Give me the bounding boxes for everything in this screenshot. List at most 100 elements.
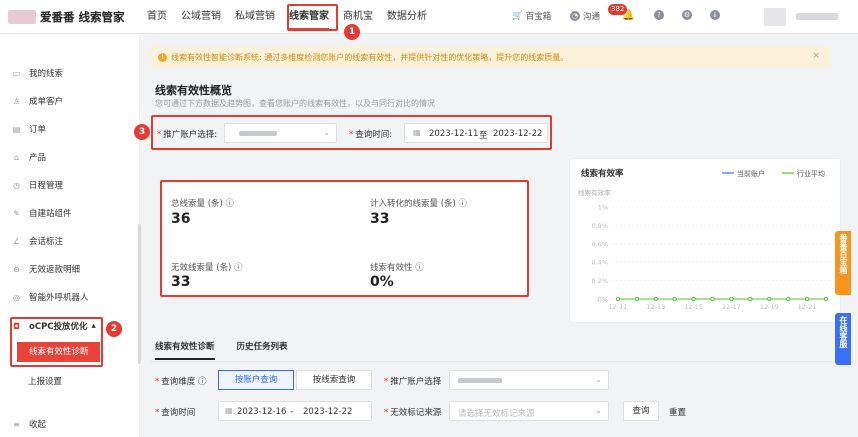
sidebar-item-site-widgets[interactable]: ✎ 自建站组件	[0, 203, 140, 223]
help-button[interactable]: ?	[654, 10, 664, 20]
top-bar: 爱番番 线索管家 首页 公域营销 私域营销 线索管家 商机宝 数据分析 1 🛒 …	[0, 0, 858, 40]
sidebar-item-refund-details[interactable]: ⊝ 无效返款明细	[0, 259, 140, 279]
warning-icon: !	[158, 52, 167, 62]
data-point	[691, 296, 696, 301]
logo-mark	[8, 10, 36, 24]
highlight-box-sidebar	[10, 317, 103, 367]
sidebar-item-products[interactable]: ⌂ 产品	[0, 147, 140, 167]
float-tab-label: 番番百宝箱	[839, 234, 848, 274]
toolbox-float-tab[interactable]: 番番百宝箱	[835, 231, 851, 295]
validity-line-chart: 线索有效率线索有效率当前账户 行业平均0%0.2%0.4%0.6%0.8%1%12…	[578, 168, 832, 311]
stats-panel: 总线索量 (条) ⓘ 36 计入转化的线索量 (条) ⓘ 33 无效线索量 (条…	[160, 180, 529, 297]
edit-icon: ✎	[13, 208, 20, 218]
y-tick-label: 1%	[598, 204, 608, 212]
query-time-label: * 查询时间	[155, 408, 196, 418]
clock-icon: ◷	[13, 180, 20, 190]
toolbox-label: 百宝箱	[525, 12, 552, 22]
query-account-select[interactable]: ⌄	[449, 370, 609, 390]
stat-label-total-leads: 总线索量 (条) ⓘ	[171, 199, 235, 209]
sidebar: ▭ 我的线索 ♙ 成单客户 ▤ 订单 ⌂ 产品 ◷ 日程管理 ✎ 自建站组件 ∠ 会话标注 ⊝…	[0, 34, 141, 437]
account-select[interactable]: ⌄	[224, 123, 337, 143]
chat-link[interactable]: ◔ 沟通	[570, 10, 600, 22]
account-value-blurred	[239, 131, 277, 136]
data-point	[710, 296, 715, 301]
sidebar-item-report-settings[interactable]: 上报设置	[0, 371, 140, 391]
page-title: 线索有效性概览	[155, 84, 232, 97]
y-tick-label: 0.6%	[591, 240, 608, 248]
invalid-source-label: * 无效标记来源	[384, 408, 442, 418]
reset-button[interactable]: 重置	[669, 406, 686, 418]
y-tick-label: 0%	[598, 296, 608, 304]
download-button[interactable]: ↓	[710, 10, 720, 20]
y-tick-label: 0.4%	[591, 259, 608, 267]
download-icon: ↓	[710, 10, 720, 20]
query-by-lead-button[interactable]: 按线索查询	[296, 370, 372, 390]
calendar-icon: ▦	[413, 128, 421, 137]
legend-label-0: 当前账户	[737, 169, 765, 178]
product-icon: ⌂	[13, 152, 20, 162]
validity-chart-card: 线索有效率 线索有效率 当前账户 行业平均 0% 0.2% 0.4% 0.6% 0.8% 1% 12…	[569, 158, 841, 323]
app-logo[interactable]: 爱番番 线索管家	[8, 9, 125, 25]
avatar[interactable]	[764, 8, 786, 26]
sidebar-item-orders[interactable]: ▤ 订单	[0, 119, 140, 139]
nav-data-analysis[interactable]: 数据分析	[380, 0, 434, 34]
sidebar-item-call-robot[interactable]: ◎ 智能外呼机器人	[0, 287, 140, 307]
sidebar-item-session-tags[interactable]: ∠ 会话标注	[0, 231, 140, 251]
nav-public-marketing[interactable]: 公域营销	[174, 0, 228, 34]
toolbox-link[interactable]: 🛒 百宝箱	[512, 10, 551, 22]
data-point	[805, 296, 810, 301]
data-point	[767, 296, 772, 301]
invalid-source-select[interactable]: 请选择无效标记来源 ⌄	[449, 401, 609, 421]
query-date-range[interactable]: ▦ 2023-12-16 - 2023-12-22	[218, 401, 372, 421]
sidebar-item-label: 成单客户	[29, 97, 64, 107]
search-button[interactable]: 查询	[623, 401, 659, 421]
y-tick-label: 0.2%	[591, 277, 608, 285]
sidebar-scrollbar[interactable]	[138, 224, 141, 364]
stat-value-total-leads: 36	[171, 211, 191, 227]
gear-icon: ⚙	[682, 10, 692, 20]
nav-private-marketing[interactable]: 私域营销	[228, 0, 282, 34]
stat-label-lead-validity: 线索有效性 ⓘ	[370, 263, 424, 273]
query-account-label: * 推广账户选择	[384, 377, 442, 387]
x-tick-label: 12-21	[798, 303, 817, 311]
chevron-down-icon: ⌄	[323, 128, 330, 137]
step-marker-2: 2	[106, 321, 122, 337]
data-point	[786, 296, 791, 301]
tab-history-tasks[interactable]: 历史任务列表	[237, 340, 288, 360]
query-account-blurred	[458, 378, 502, 383]
query-dimension-label: * 查询维度 ⓘ	[155, 377, 207, 387]
invalid-source-placeholder: 请选择无效标记来源	[458, 409, 535, 419]
tab-lead-diagnosis[interactable]: 线索有效性诊断	[155, 340, 215, 360]
order-icon: ▤	[12, 124, 21, 134]
stat-label-invalid-leads: 无效线索量 (条) ⓘ	[171, 263, 243, 273]
tab-bar: 线索有效性诊断 历史任务列表	[155, 340, 288, 360]
date-separator: 至	[479, 131, 488, 141]
query-by-account-button[interactable]: 按账户查询	[218, 370, 294, 390]
sidebar-item-my-leads[interactable]: ▭ 我的线索	[0, 63, 140, 83]
query-date-from: 2023-12-16	[237, 407, 287, 417]
online-service-float-tab[interactable]: 在线客服	[835, 313, 851, 365]
sidebar-item-schedule[interactable]: ◷ 日程管理	[0, 175, 140, 195]
cart-icon: 🛒	[512, 11, 523, 21]
float-tab-label: 在线客服	[839, 316, 848, 348]
calendar-icon: ▦	[225, 406, 233, 415]
settings-button[interactable]: ⚙	[682, 10, 692, 20]
query-date-to: 2023-12-22	[303, 407, 353, 417]
sidebar-collapse-button[interactable]: ≡ 收起	[0, 414, 140, 434]
sidebar-item-customers[interactable]: ♙ 成单客户	[0, 91, 140, 111]
stat-label-converted-leads: 计入转化的线索量 (条) ⓘ	[370, 199, 468, 209]
user-name-blurred[interactable]	[796, 13, 838, 20]
chevron-down-icon: ⌄	[595, 375, 602, 384]
date-range-picker[interactable]: ▦ 2023-12-11 至 2023-12-22	[404, 123, 548, 143]
sidebar-item-label: 订单	[29, 125, 47, 135]
help-icon: ?	[654, 10, 664, 20]
data-point	[653, 296, 658, 301]
chevron-down-icon: ⌄	[595, 406, 602, 415]
data-point	[823, 296, 828, 301]
close-icon[interactable]: ×	[812, 51, 820, 61]
stat-value-lead-validity: 0%	[370, 274, 394, 290]
tab-divider	[150, 361, 840, 362]
refund-icon: ⊝	[13, 264, 20, 274]
nav-home[interactable]: 首页	[140, 0, 174, 34]
date-from: 2023-12-11	[429, 129, 479, 139]
